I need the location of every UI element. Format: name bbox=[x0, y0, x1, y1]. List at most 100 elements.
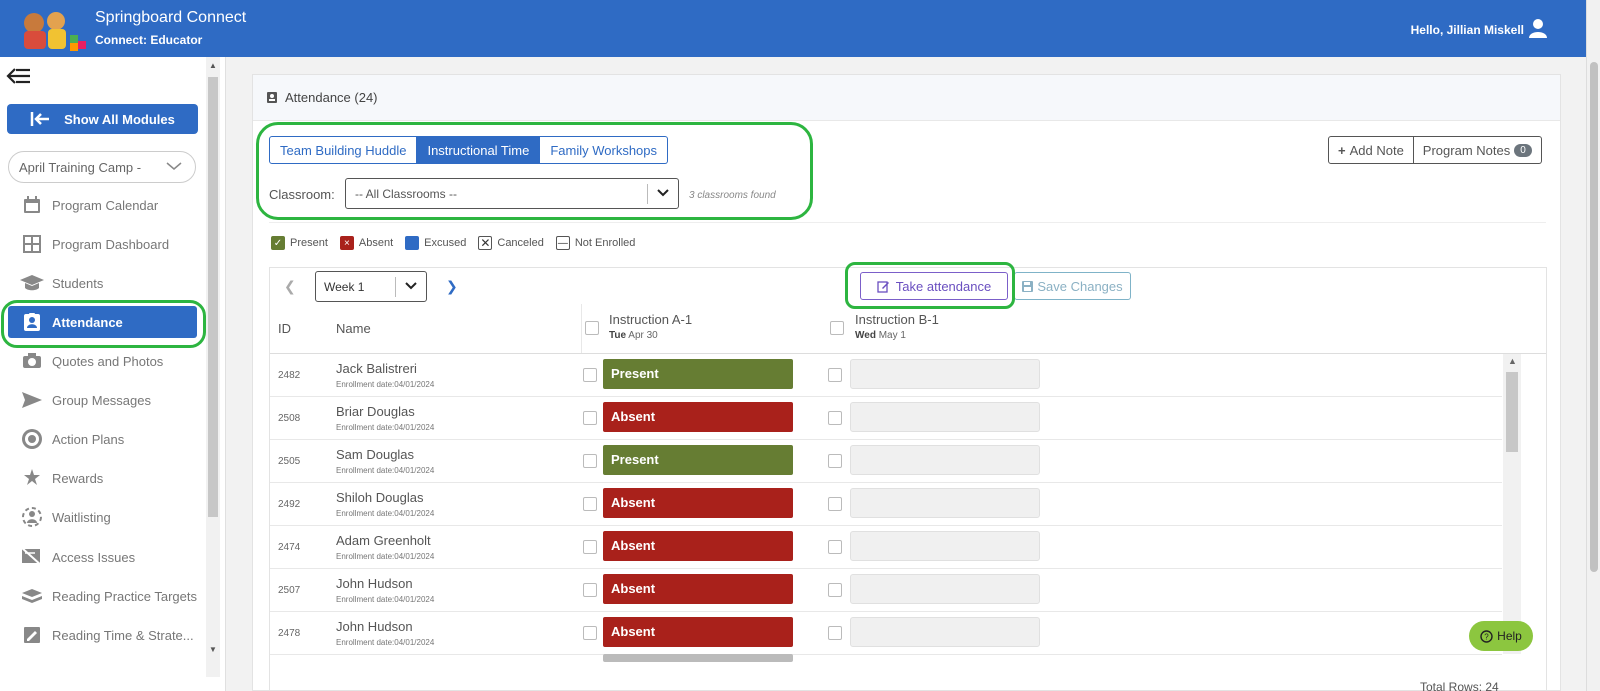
session-b-checkbox[interactable] bbox=[828, 583, 842, 597]
show-all-modules-button[interactable]: Show All Modules bbox=[7, 104, 198, 134]
sidebar-scrollbar-thumb[interactable] bbox=[208, 77, 218, 517]
attendance-status-button[interactable]: Present bbox=[603, 445, 793, 475]
student-name[interactable]: Briar Douglas bbox=[336, 404, 415, 419]
sidebar-item-action-plans[interactable]: Action Plans bbox=[8, 423, 197, 455]
column-header-name: Name bbox=[336, 321, 371, 336]
sidebar-item-program-dashboard[interactable]: Program Dashboard bbox=[8, 228, 197, 260]
table-row: 2508 Briar Douglas Enrollment date:04/01/2… bbox=[270, 397, 1502, 440]
session-a-checkbox[interactable] bbox=[583, 540, 597, 554]
calendar-icon bbox=[18, 194, 46, 216]
attendance-status-button[interactable]: Present bbox=[603, 359, 793, 389]
graduation-cap-icon bbox=[18, 272, 46, 294]
student-name[interactable]: John Hudson bbox=[336, 619, 413, 634]
attendance-badge-icon bbox=[267, 92, 277, 103]
table-row: 2492 Shiloh Douglas Enrollment date:04/01/… bbox=[270, 483, 1502, 526]
session-b-checkbox[interactable] bbox=[828, 411, 842, 425]
sidebar-item-access-issues[interactable]: Access Issues bbox=[8, 541, 197, 573]
attendance-status-button[interactable]: Absent bbox=[603, 488, 793, 518]
session-a-checkbox[interactable] bbox=[583, 411, 597, 425]
table-scrollbar-thumb[interactable] bbox=[1506, 372, 1518, 452]
week-select[interactable]: Week 1 bbox=[315, 271, 427, 302]
session-b-status-cell[interactable] bbox=[850, 617, 1040, 647]
program-notes-button[interactable]: Program Notes 0 bbox=[1413, 136, 1542, 164]
user-greeting[interactable]: Hello, Jillian Miskell bbox=[1411, 23, 1524, 37]
session-b-status-cell[interactable] bbox=[850, 445, 1040, 475]
attendance-highlight-annotation bbox=[1, 300, 206, 348]
chevron-down-icon bbox=[166, 162, 182, 170]
sidebar-item-students[interactable]: Students bbox=[8, 267, 197, 299]
student-id: 2478 bbox=[278, 628, 301, 639]
sidebar-item-label: Reading Time & Strate... bbox=[52, 627, 194, 643]
session-b-checkbox[interactable] bbox=[828, 454, 842, 468]
student-name[interactable]: Adam Greenholt bbox=[336, 533, 431, 548]
sidebar-item-quotes-and-photos[interactable]: Quotes and Photos bbox=[8, 345, 197, 377]
sidebar-item-waitlisting[interactable]: Waitlisting bbox=[8, 501, 197, 533]
legend-label: Excused bbox=[424, 237, 467, 249]
session-b-checkbox[interactable] bbox=[828, 540, 842, 554]
canceled-x-icon: ✕ bbox=[478, 236, 493, 250]
legend-excused: Excused bbox=[405, 236, 466, 250]
select-all-session-b-checkbox[interactable] bbox=[830, 321, 844, 335]
sidebar-item-program-calendar[interactable]: Program Calendar bbox=[8, 189, 197, 221]
scroll-up-arrow-icon[interactable]: ▲ bbox=[1508, 356, 1517, 366]
sidebar-item-label: Rewards bbox=[52, 470, 104, 486]
student-name[interactable]: John Hudson bbox=[336, 576, 413, 591]
session-a-checkbox[interactable] bbox=[583, 368, 597, 382]
sidebar-item-reading-time-strate[interactable]: Reading Time & Strate... bbox=[8, 619, 197, 651]
user-icon[interactable] bbox=[1528, 18, 1548, 38]
add-note-button[interactable]: + Add Note bbox=[1328, 136, 1414, 164]
select-all-session-a-checkbox[interactable] bbox=[585, 321, 599, 335]
table-scrollbar[interactable]: ▲ bbox=[1503, 354, 1521, 654]
session-b-checkbox[interactable] bbox=[828, 626, 842, 640]
next-week-chevron-icon[interactable]: ❯ bbox=[446, 278, 458, 295]
attendance-status-button[interactable]: Absent bbox=[603, 617, 793, 647]
take-attendance-highlight-annotation bbox=[845, 262, 1015, 309]
back-to-start-icon bbox=[30, 112, 50, 126]
student-name[interactable]: Sam Douglas bbox=[336, 447, 414, 462]
target-icon bbox=[18, 428, 46, 450]
card-header: Attendance (24) bbox=[253, 75, 1560, 121]
table-row: 2507 John Hudson Enrollment date:04/01/202… bbox=[270, 569, 1502, 612]
sidebar-item-rewards[interactable]: Rewards bbox=[8, 462, 197, 494]
sidebar-item-group-messages[interactable]: Group Messages bbox=[8, 384, 197, 416]
page-scrollbar-thumb[interactable] bbox=[1590, 62, 1598, 572]
dashboard-grid-icon bbox=[18, 233, 46, 255]
help-button[interactable]: ? Help bbox=[1469, 621, 1533, 651]
springboard-logo bbox=[24, 12, 86, 51]
attendance-status-button[interactable]: Absent bbox=[603, 574, 793, 604]
session-b-status-cell[interactable] bbox=[850, 402, 1040, 432]
enrollment-date: Enrollment date:04/01/2024 bbox=[336, 552, 435, 561]
previous-week-chevron-icon[interactable]: ❮ bbox=[284, 278, 296, 295]
student-name[interactable]: Shiloh Douglas bbox=[336, 490, 423, 505]
scroll-up-arrow-icon[interactable]: ▲ bbox=[209, 61, 217, 70]
session-a-checkbox[interactable] bbox=[583, 454, 597, 468]
program-notes-label: Program Notes bbox=[1422, 142, 1511, 158]
session-b-checkbox[interactable] bbox=[828, 497, 842, 511]
page-scrollbar[interactable] bbox=[1586, 0, 1600, 691]
session-b-status-cell[interactable] bbox=[850, 574, 1040, 604]
enrollment-date: Enrollment date:04/01/2024 bbox=[336, 638, 435, 647]
scroll-down-arrow-icon[interactable]: ▼ bbox=[209, 645, 217, 654]
save-changes-label: Save Changes bbox=[1037, 278, 1123, 294]
session-b-status-cell[interactable] bbox=[850, 531, 1040, 561]
sidebar-item-label: Program Calendar bbox=[52, 197, 159, 213]
save-changes-button[interactable]: Save Changes bbox=[1014, 272, 1131, 300]
attendance-status-button[interactable]: Absent bbox=[603, 402, 793, 432]
session-b-status-cell[interactable] bbox=[850, 359, 1040, 389]
session-b-status-cell[interactable] bbox=[850, 488, 1040, 518]
session-b-checkbox[interactable] bbox=[828, 368, 842, 382]
status-legend: ✓ Present × Absent Excused ✕ Canceled — … bbox=[271, 236, 635, 250]
collapse-menu-icon[interactable] bbox=[6, 65, 32, 87]
student-name[interactable]: Jack Balistreri bbox=[336, 361, 417, 376]
send-icon bbox=[18, 389, 46, 411]
session-a-checkbox[interactable] bbox=[583, 583, 597, 597]
sidebar-item-label: Quotes and Photos bbox=[52, 353, 164, 369]
session-a-checkbox[interactable] bbox=[583, 626, 597, 640]
program-select[interactable]: April Training Camp - bbox=[8, 151, 196, 183]
table-row: 2474 Adam Greenholt Enrollment date:04/01/… bbox=[270, 526, 1502, 569]
attendance-status-button[interactable]: Absent bbox=[603, 531, 793, 561]
sidebar: ▲ ▼ Show All Modules April Training Camp… bbox=[0, 57, 226, 691]
session-a-checkbox[interactable] bbox=[583, 497, 597, 511]
sidebar-item-reading-practice-targets[interactable]: Reading Practice Targets bbox=[8, 580, 197, 612]
sidebar-scrollbar[interactable]: ▲ ▼ bbox=[206, 57, 220, 677]
